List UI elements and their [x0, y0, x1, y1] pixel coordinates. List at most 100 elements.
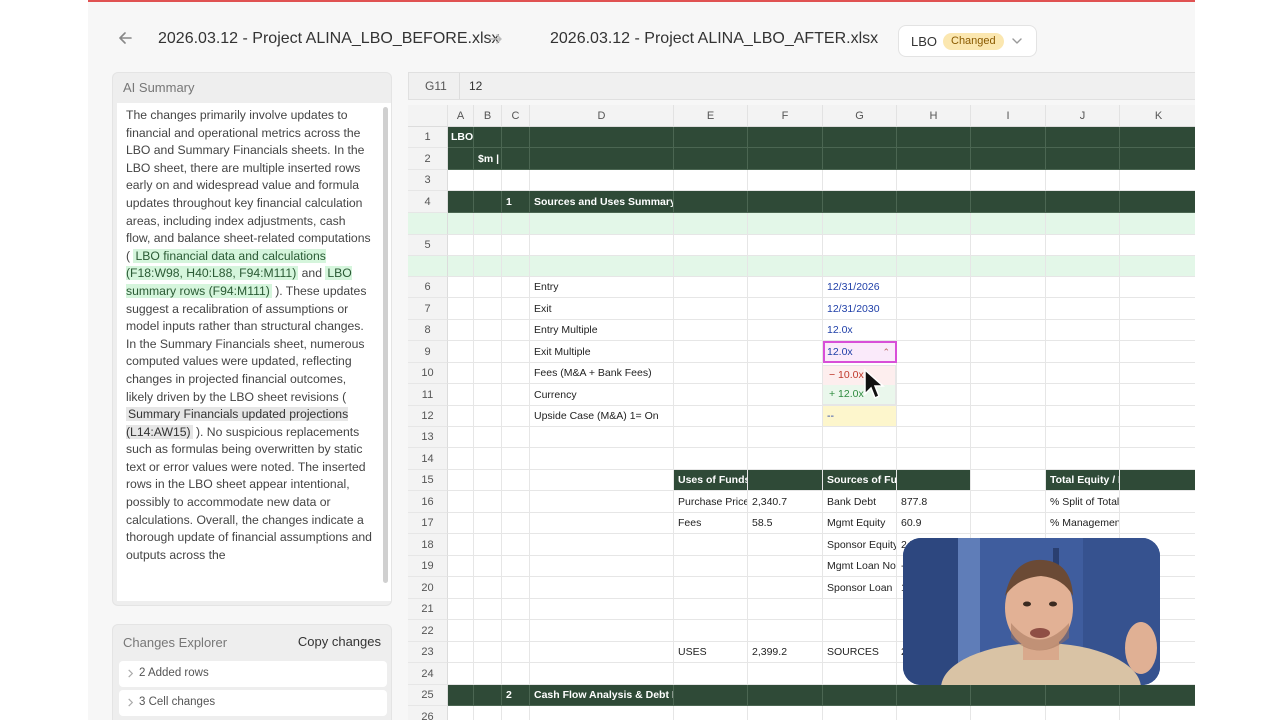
- cell-a25[interactable]: [448, 685, 474, 706]
- cell-c2[interactable]: [502, 148, 530, 170]
- cell-k2[interactable]: [1120, 148, 1195, 170]
- column-header-g[interactable]: G: [823, 105, 897, 127]
- cell-ea1[interactable]: [674, 213, 748, 235]
- row-number[interactable]: 11: [408, 384, 448, 406]
- cell-b13[interactable]: [474, 427, 502, 448]
- cell-aa2[interactable]: [448, 256, 474, 277]
- cell-g23[interactable]: SOURCES: [823, 642, 897, 663]
- cell-b26[interactable]: [474, 706, 502, 720]
- column-header-j[interactable]: J: [1046, 105, 1120, 127]
- row-number[interactable]: 16: [408, 491, 448, 513]
- cell-g9[interactable]: 12.0x ⌃: [823, 341, 897, 363]
- cell-b16[interactable]: [474, 491, 502, 513]
- cell-k6[interactable]: [1120, 277, 1195, 298]
- cell-h4[interactable]: [897, 191, 971, 213]
- cell-e11[interactable]: [674, 384, 748, 406]
- cell-j5[interactable]: [1046, 235, 1120, 256]
- column-header-k[interactable]: K: [1120, 105, 1195, 127]
- cell-e10[interactable]: [674, 363, 748, 384]
- cell-c23[interactable]: [502, 642, 530, 663]
- cell-d21[interactable]: [530, 599, 674, 620]
- cell-c3[interactable]: [502, 170, 530, 191]
- cell-g19[interactable]: Mgmt Loan Notes: [823, 556, 897, 577]
- cell-b24[interactable]: [474, 663, 502, 685]
- cell-f25[interactable]: [748, 685, 823, 706]
- cell-b15[interactable]: [474, 470, 502, 491]
- cell-b3[interactable]: [474, 170, 502, 191]
- cell-a26[interactable]: [448, 706, 474, 720]
- cell-a6[interactable]: [448, 277, 474, 298]
- cell-f4[interactable]: [748, 191, 823, 213]
- cell-b19[interactable]: [474, 556, 502, 577]
- cell-c11[interactable]: [502, 384, 530, 406]
- cell-e17[interactable]: Fees: [674, 513, 748, 534]
- cell-e13[interactable]: [674, 427, 748, 448]
- cell-k26[interactable]: [1120, 706, 1195, 720]
- row-number[interactable]: 23: [408, 642, 448, 663]
- cell-a19[interactable]: [448, 556, 474, 577]
- cell-c17[interactable]: [502, 513, 530, 534]
- cell-k3[interactable]: [1120, 170, 1195, 191]
- cell-c4[interactable]: 1: [502, 191, 530, 213]
- cell-ca2[interactable]: [502, 256, 530, 277]
- cell-k5[interactable]: [1120, 235, 1195, 256]
- cell-a9[interactable]: [448, 341, 474, 363]
- cell-h7[interactable]: [897, 298, 971, 320]
- cell-k12[interactable]: [1120, 406, 1195, 427]
- cell-d5[interactable]: [530, 235, 674, 256]
- cell-a20[interactable]: [448, 577, 474, 599]
- cell-value[interactable]: 12: [469, 79, 482, 93]
- row-number[interactable]: 13: [408, 427, 448, 448]
- copy-changes-button[interactable]: Copy changes: [298, 634, 381, 649]
- column-header-f[interactable]: F: [748, 105, 823, 127]
- cell-c25[interactable]: 2: [502, 685, 530, 706]
- row-number[interactable]: [408, 213, 448, 235]
- cell-ba2[interactable]: [474, 256, 502, 277]
- cell-j6[interactable]: [1046, 277, 1120, 298]
- cell-e16[interactable]: Purchase Price: [674, 491, 748, 513]
- cell-e6[interactable]: [674, 277, 748, 298]
- row-number[interactable]: 24: [408, 663, 448, 685]
- cell-k11[interactable]: [1120, 384, 1195, 406]
- cell-a7[interactable]: [448, 298, 474, 320]
- cell-e14[interactable]: [674, 448, 748, 470]
- cell-h11[interactable]: [897, 384, 971, 406]
- cell-ka2[interactable]: [1120, 256, 1195, 277]
- cell-g14[interactable]: [823, 448, 897, 470]
- cell-d9[interactable]: Exit Multiple: [530, 341, 674, 363]
- cell-f21[interactable]: [748, 599, 823, 620]
- cell-h26[interactable]: [897, 706, 971, 720]
- cell-a8[interactable]: [448, 320, 474, 341]
- sheet-selector[interactable]: LBO Changed: [898, 25, 1037, 57]
- cell-b25[interactable]: [474, 685, 502, 706]
- cell-a15[interactable]: [448, 470, 474, 491]
- cell-ea2[interactable]: [674, 256, 748, 277]
- cell-a3[interactable]: [448, 170, 474, 191]
- ai-summary-body[interactable]: The changes primarily involve updates to…: [117, 103, 391, 601]
- row-number[interactable]: 2: [408, 148, 448, 170]
- row-number[interactable]: 6: [408, 277, 448, 298]
- cell-d20[interactable]: [530, 577, 674, 599]
- cell-ka1[interactable]: [1120, 213, 1195, 235]
- cell-ga1[interactable]: [823, 213, 897, 235]
- cell-d18[interactable]: [530, 534, 674, 556]
- cell-d19[interactable]: [530, 556, 674, 577]
- cell-e8[interactable]: [674, 320, 748, 341]
- cell-d24[interactable]: [530, 663, 674, 685]
- cell-f5[interactable]: [748, 235, 823, 256]
- cell-d2[interactable]: [530, 148, 674, 170]
- cell-a18[interactable]: [448, 534, 474, 556]
- cell-k7[interactable]: [1120, 298, 1195, 320]
- cell-a22[interactable]: [448, 620, 474, 642]
- cell-e20[interactable]: [674, 577, 748, 599]
- cell-da2[interactable]: [530, 256, 674, 277]
- cell-h13[interactable]: [897, 427, 971, 448]
- row-number[interactable]: 19: [408, 556, 448, 577]
- cell-d26[interactable]: [530, 706, 674, 720]
- cell-e19[interactable]: [674, 556, 748, 577]
- column-header-a[interactable]: A: [448, 105, 474, 127]
- row-number[interactable]: 21: [408, 599, 448, 620]
- cell-d13[interactable]: [530, 427, 674, 448]
- cell-f9[interactable]: [748, 341, 823, 363]
- cell-e12[interactable]: [674, 406, 748, 427]
